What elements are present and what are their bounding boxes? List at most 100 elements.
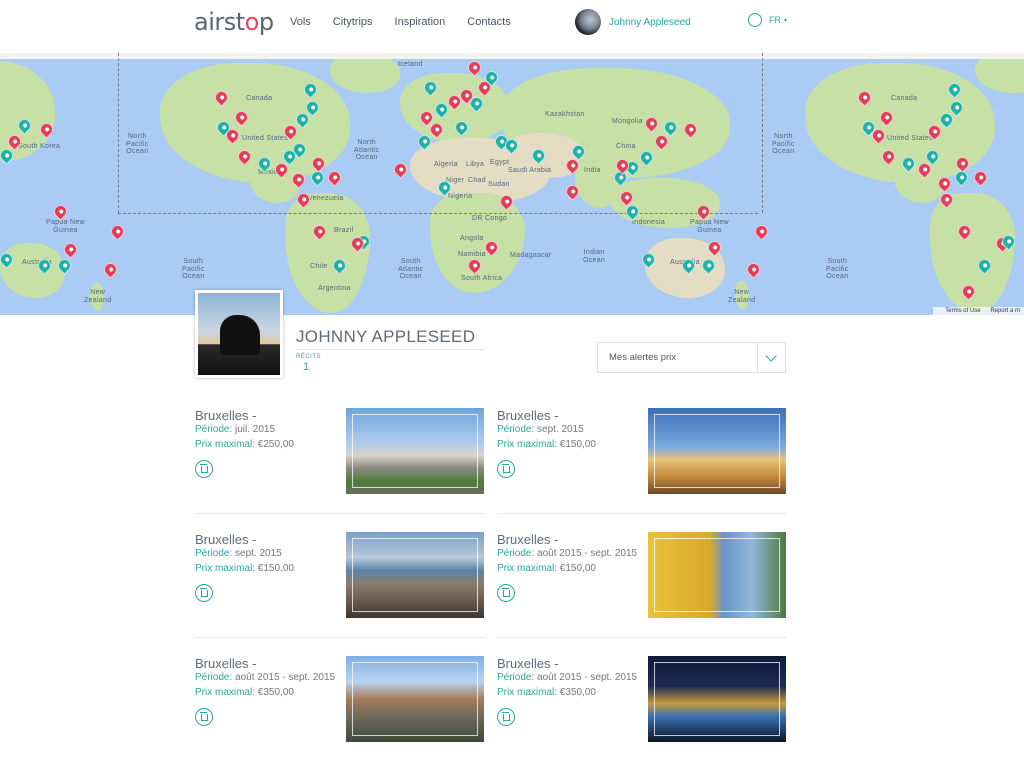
user-menu[interactable]: Johnny Appleseed: [575, 9, 691, 35]
map-pin[interactable]: [325, 168, 344, 187]
map-pin[interactable]: [391, 160, 410, 179]
country-label: Papua New Guinea: [46, 219, 85, 234]
profile-name: JOHNNY APPLESEED: [296, 327, 476, 346]
nav-inspiration[interactable]: Inspiration: [395, 16, 446, 28]
ocean-label: North Atlantic Ocean: [354, 139, 380, 162]
price-alert-card: Bruxelles - Période: août 2015 - sept. 2…: [195, 656, 485, 742]
price-alert-card: Bruxelles - Période: août 2015 - sept. 2…: [497, 656, 787, 742]
country-label: Saudi Arabia: [508, 167, 552, 174]
alert-title[interactable]: Bruxelles -: [497, 656, 558, 671]
destination-image[interactable]: [346, 408, 484, 494]
ocean-label: South Pacific Ocean: [182, 258, 205, 281]
nav-contacts[interactable]: Contacts: [467, 16, 510, 28]
country-label: South Africa: [461, 275, 503, 282]
country-label: Sudan: [488, 181, 510, 188]
user-avatar[interactable]: [575, 9, 601, 35]
language-code: FR: [769, 15, 781, 25]
map-footer: Terms of Use Report a m: [933, 307, 1024, 315]
recits-count[interactable]: 1: [303, 361, 309, 373]
country-label: New Zealand: [728, 289, 756, 304]
ocean-label: Indian Ocean: [583, 249, 606, 264]
alert-period: Période: août 2015 - sept. 2015: [195, 672, 336, 683]
alert-price: Prix maximal: €350,00: [195, 687, 294, 698]
ocean-label: South Pacific Ocean: [826, 258, 849, 281]
chevron-down-icon: ▾: [784, 17, 788, 24]
terms-link[interactable]: Terms of Use: [945, 308, 980, 314]
destination-image[interactable]: [648, 656, 786, 742]
trash-icon[interactable]: [497, 460, 515, 478]
map-grid-line: [118, 213, 758, 214]
nav-vols[interactable]: Vols: [290, 16, 311, 28]
map-pin[interactable]: [744, 260, 763, 279]
trash-icon[interactable]: [497, 708, 515, 726]
dateline-west: [118, 53, 119, 213]
country-label: Chad: [468, 177, 486, 184]
alert-price: Prix maximal: €150,00: [497, 439, 596, 450]
alert-title[interactable]: Bruxelles -: [195, 532, 256, 547]
destination-image[interactable]: [346, 532, 484, 618]
destination-image[interactable]: [648, 532, 786, 618]
trash-icon[interactable]: [195, 708, 213, 726]
trash-icon[interactable]: [195, 584, 213, 602]
trash-icon[interactable]: [195, 460, 213, 478]
price-alert-card: Bruxelles - Période: sept. 2015 Prix max…: [195, 532, 485, 618]
country-label: New Zealand: [84, 289, 112, 304]
world-map[interactable]: North Pacific Ocean North Atlantic Ocean…: [0, 53, 1024, 315]
divider: [296, 349, 484, 350]
country-label: United States: [242, 135, 288, 142]
dropdown-value: Mes alertes prix: [609, 352, 677, 363]
alert-title[interactable]: Bruxelles -: [497, 408, 558, 423]
alert-title[interactable]: Bruxelles -: [195, 408, 256, 423]
trash-icon[interactable]: [497, 584, 515, 602]
alert-title[interactable]: Bruxelles -: [195, 656, 256, 671]
alert-period: Période: juil. 2015: [195, 424, 276, 435]
arctic: [0, 53, 1024, 59]
map-pin[interactable]: [752, 222, 771, 241]
country-label: Papua New Guinea: [690, 219, 729, 234]
alert-title[interactable]: Bruxelles -: [497, 532, 558, 547]
country-label: Algeria: [434, 161, 458, 168]
map-pin[interactable]: [108, 222, 127, 241]
alert-period: Période: août 2015 - sept. 2015: [497, 672, 638, 683]
map-pin[interactable]: [61, 240, 80, 259]
alerts-dropdown[interactable]: Mes alertes prix: [597, 342, 786, 373]
top-header: airstop Vols Citytrips Inspiration Conta…: [0, 0, 1024, 53]
country-label: Brazil: [334, 227, 354, 234]
row-divider: [497, 637, 787, 638]
row-divider: [195, 513, 485, 514]
country-label: Libya: [466, 161, 485, 168]
ocean-label: South Atlantic Ocean: [398, 258, 424, 281]
nav-citytrips[interactable]: Citytrips: [333, 16, 373, 28]
row-divider: [497, 513, 787, 514]
map-pin[interactable]: [101, 260, 120, 279]
country-label: Chile: [310, 263, 328, 270]
country-label: Argentina: [318, 285, 351, 292]
airstop-logo[interactable]: airstop: [194, 8, 274, 36]
dateline-east: [762, 53, 763, 213]
main-nav: Vols Citytrips Inspiration Contacts: [290, 16, 533, 28]
greenland-east: [975, 53, 1024, 93]
alert-price: Prix maximal: €350,00: [497, 687, 596, 698]
country-label: Mongolia: [612, 118, 643, 125]
destination-image[interactable]: [648, 408, 786, 494]
country-label: Angola: [460, 235, 484, 242]
destination-image[interactable]: [346, 656, 484, 742]
country-label: India: [584, 167, 601, 174]
alert-price: Prix maximal: €250,00: [195, 439, 294, 450]
country-label: Indonesia: [632, 219, 666, 226]
alert-price: Prix maximal: €150,00: [195, 563, 294, 574]
price-alert-card: Bruxelles - Période: juil. 2015 Prix max…: [195, 408, 485, 494]
map-pin[interactable]: [51, 202, 70, 221]
user-name[interactable]: Johnny Appleseed: [609, 17, 691, 28]
report-link[interactable]: Report a m: [990, 308, 1020, 314]
globe-icon: [748, 13, 762, 27]
alert-period: Période: sept. 2015: [195, 548, 282, 559]
row-divider: [195, 637, 485, 638]
language-selector[interactable]: FR ▾: [748, 13, 787, 27]
ocean-label: North Pacific Ocean: [772, 133, 795, 156]
greenland: [330, 53, 400, 93]
map-pin[interactable]: [971, 168, 990, 187]
chevron-down-icon[interactable]: [757, 343, 785, 372]
country-label: Kazakhstan: [545, 111, 585, 118]
price-alert-card: Bruxelles - Période: août 2015 - sept. 2…: [497, 532, 787, 618]
